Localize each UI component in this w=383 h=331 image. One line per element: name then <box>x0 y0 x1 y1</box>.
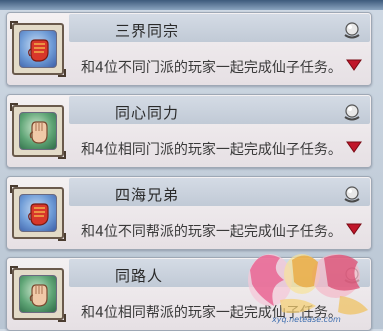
task-icon-frame <box>10 266 66 322</box>
watermark-url: xyq.netease.com <box>272 315 341 324</box>
task-title: 同心同力 <box>115 104 180 122</box>
open-palm-icon <box>19 112 57 150</box>
task-card[interactable]: 四海兄弟 和4位不同帮派的玩家一起完成仙子任务。 <box>6 176 372 250</box>
task-description: 和4位相同门派的玩家一起完成仙子任务。 <box>81 142 342 158</box>
red-fist-icon <box>19 194 57 232</box>
task-description: 和4位不同帮派的玩家一起完成仙子任务。 <box>81 224 342 240</box>
task-card[interactable]: 同心同力 和4位相同门派的玩家一起完成仙子任务。 <box>6 94 372 168</box>
task-icon-frame <box>10 103 66 159</box>
task-icon-frame <box>10 185 66 241</box>
task-title: 四海兄弟 <box>115 186 180 204</box>
task-title: 同路人 <box>115 267 164 285</box>
task-title: 三界同宗 <box>115 22 180 40</box>
pearl-icon <box>344 186 360 203</box>
open-palm-icon <box>19 275 57 313</box>
expand-arrow-icon[interactable] <box>346 223 362 235</box>
task-description: 和4位不同门派的玩家一起完成仙子任务。 <box>81 60 342 76</box>
expand-arrow-icon[interactable] <box>346 141 362 153</box>
red-fist-icon <box>19 30 57 68</box>
task-icon-frame <box>10 21 66 77</box>
top-strip <box>0 0 383 10</box>
pearl-icon <box>344 22 360 39</box>
pearl-icon <box>344 104 360 121</box>
expand-arrow-icon[interactable] <box>346 59 362 71</box>
task-card[interactable]: 三界同宗 和4位不同门派的玩家一起完成仙子任务。 <box>6 12 372 86</box>
pearl-icon <box>344 267 360 284</box>
